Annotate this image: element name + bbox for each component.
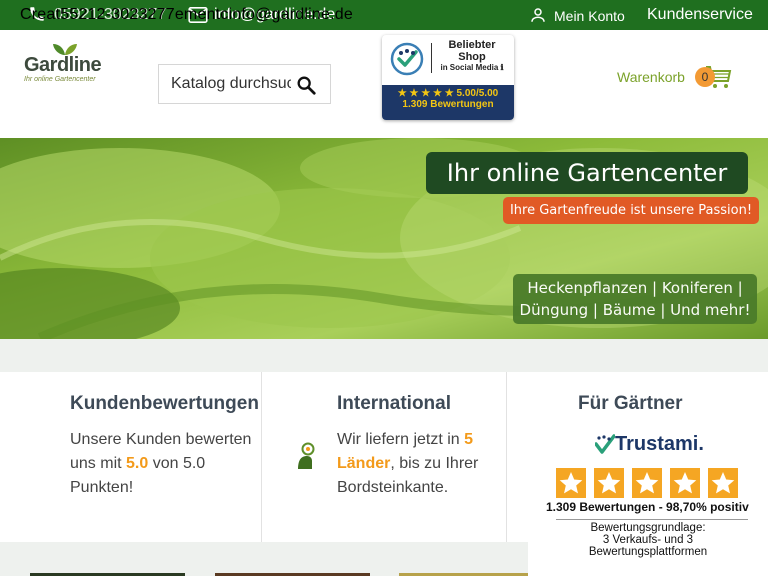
badge-subtitle: in Social Media ℹ — [440, 63, 504, 72]
top-bar: 05921-3023277 info@gardline.de Creat5521… — [0, 0, 768, 30]
hero-categories-line2: Düngung | Bäume | Und mehr! — [519, 301, 751, 319]
topbar-overlay-text: Creat55212-3023277ementcinfo@gardline.de — [20, 6, 353, 23]
feature-reviews-text: Unsere Kunden bewerten uns mit 5.0 von 5… — [70, 431, 252, 496]
search-icon[interactable] — [295, 74, 317, 96]
feature-international: International Wir liefern jetzt in 5 Län… — [262, 372, 507, 542]
my-account-link[interactable]: Mein Konto — [554, 8, 625, 24]
product-teaser-strip — [0, 542, 554, 576]
hero-categories-line1: Heckenpflanzen | Koniferen | — [527, 279, 743, 297]
badge-divider — [431, 43, 432, 73]
hero-banner[interactable]: Ihr online Gartencenter Ihre Gartenfreud… — [0, 138, 768, 339]
feature-international-title: International — [337, 393, 452, 414]
hero-categories: Heckenpflanzen | Koniferen | Düngung | B… — [513, 274, 757, 324]
site-header: Gardline Ihr online Gartencenter Beliebt… — [0, 30, 768, 138]
customer-service-link[interactable]: Kundenservice — [647, 6, 753, 24]
cart-label[interactable]: Warenkorb — [617, 69, 685, 85]
gardline-logo[interactable]: Gardline Ihr online Gartencenter — [24, 42, 106, 83]
badge-review-count: 1.309 Bewertungen — [402, 99, 494, 110]
cart-count-badge[interactable]: 0 — [695, 67, 715, 87]
star-icon — [594, 468, 624, 498]
badge-rating-panel: ★ ★ ★ ★ ★ 5.00/5.00 1.309 Bewertungen — [382, 85, 514, 120]
feature-reviews-title: Kundenbewertungen — [70, 393, 259, 414]
search-box — [158, 64, 331, 104]
delivery-person-icon — [298, 442, 315, 469]
feature-gardeners-title: Für Gärtner — [578, 393, 683, 414]
review-score-highlight: 5.0 — [126, 455, 149, 472]
verified-check-icon — [390, 42, 424, 76]
badge-score: ★ ★ ★ ★ ★ 5.00/5.00 — [397, 88, 499, 99]
trustami-logo[interactable]: Trustami. — [595, 432, 707, 460]
trustami-star-rating — [556, 468, 746, 498]
trustami-divider — [556, 519, 748, 520]
star-icon — [556, 468, 586, 498]
logo-wordmark: Gardline — [24, 54, 102, 76]
trustami-review-panel[interactable]: 1.309 Bewertungen - 98,70% positiv Bewer… — [528, 500, 768, 576]
section-divider-strip — [0, 339, 768, 372]
trustami-basis: Bewertungsgrundlage: 3 Verkaufs- und 3 B… — [588, 522, 708, 558]
popular-shop-badge[interactable]: Beliebter Shop in Social Media ℹ ★ ★ ★ ★… — [382, 35, 514, 120]
account-icon[interactable] — [529, 6, 547, 24]
badge-title: Beliebter Shop — [448, 39, 496, 63]
star-icon — [632, 468, 662, 498]
hero-title: Ihr online Gartencenter — [426, 152, 748, 194]
star-icon — [708, 468, 738, 498]
feature-reviews: Kundenbewertungen Unsere Kunden bewerten… — [0, 372, 262, 542]
feature-international-text: Wir liefern jetzt in 5 Länder, bis zu Ih… — [337, 431, 479, 496]
trustami-review-count: 1.309 Bewertungen - 98,70% positiv — [546, 500, 749, 514]
trustami-wordmark: Trustami. — [615, 433, 704, 455]
hero-subtitle: Ihre Gartenfreude ist unsere Passion! — [503, 197, 759, 224]
search-input[interactable] — [171, 74, 291, 94]
logo-tagline: Ihr online Gartencenter — [24, 76, 96, 83]
star-icon — [670, 468, 700, 498]
trustami-check-icon — [595, 434, 615, 454]
